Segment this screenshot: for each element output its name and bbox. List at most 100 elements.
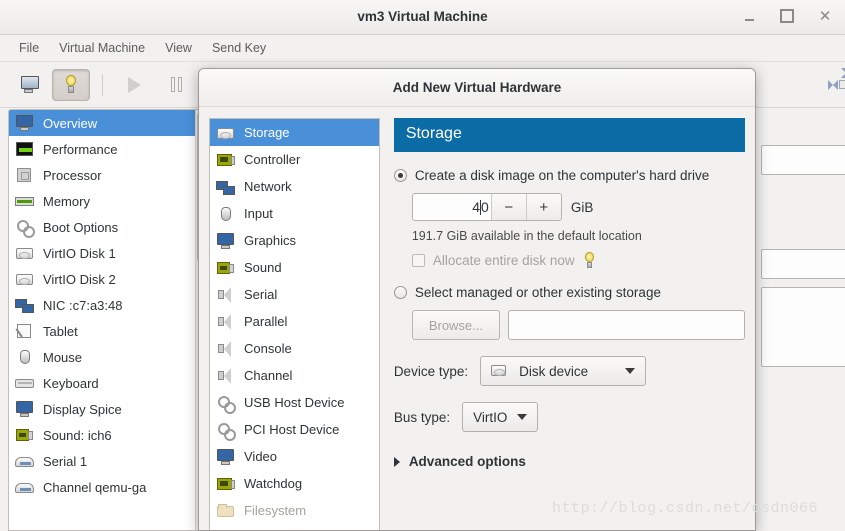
device-category-label: Storage (244, 125, 290, 140)
device-category-item[interactable]: USB Host Device (210, 389, 379, 416)
vm-sidebar-item-label: Channel qemu-ga (43, 479, 147, 495)
vm-sidebar-item-label: Overview (43, 115, 98, 131)
close-icon[interactable]: ✕ (817, 8, 833, 24)
disk-icon (15, 270, 35, 288)
lightbulb-hint-icon[interactable] (583, 252, 597, 269)
browse-button[interactable]: Browse... (411, 310, 500, 340)
device-category-list[interactable]: Storage Controller Network Input Graphics Sou… (209, 118, 380, 530)
vm-sidebar-item[interactable]: NIC :c7:a3:48 (9, 292, 204, 318)
device-category-item[interactable]: Sound (210, 254, 379, 281)
device-category-item[interactable]: Storage (210, 119, 379, 146)
menu-view[interactable]: View (156, 38, 201, 58)
vm-sidebar-item-label: Serial 1 (43, 453, 88, 469)
pane-heading: Storage (393, 118, 745, 152)
disk-size-input[interactable]: 40 (413, 194, 491, 220)
add-hardware-dialog: Add New Virtual Hardware Storage Controll… (198, 68, 756, 531)
vm-sidebar-item[interactable]: VirtIO Disk 2 (9, 266, 204, 292)
background-field-3 (761, 287, 845, 367)
create-disk-radio-row[interactable]: Create a disk image on the computer's ha… (393, 168, 745, 183)
gears-icon (15, 218, 35, 238)
disk-size-decrement-button[interactable]: − (490, 194, 526, 220)
device-category-item[interactable]: Parallel (210, 308, 379, 335)
disk-size-row: 40 − + GiB (411, 193, 745, 221)
serial-port-icon (15, 478, 35, 496)
device-category-item: Filesystem (210, 497, 379, 524)
menu-file[interactable]: File (10, 38, 48, 58)
sound-card-icon (15, 426, 35, 444)
vm-sidebar-item[interactable]: Performance (9, 136, 204, 162)
disk-size-value-before-caret: 4 (472, 199, 481, 215)
device-category-item[interactable]: Graphics (210, 227, 379, 254)
network-card-icon (216, 178, 236, 196)
lightbulb-icon (63, 74, 79, 95)
vm-sidebar-item-label: Tablet (43, 323, 78, 339)
device-type-combo[interactable]: Disk device (480, 356, 647, 386)
speaker-icon (216, 340, 236, 358)
controller-card-icon (216, 475, 236, 493)
screen: vm3 Virtual Machine ✕ File Virtual Machi… (0, 0, 845, 531)
background-field-2 (761, 249, 845, 279)
device-category-item[interactable]: Controller (210, 146, 379, 173)
monitor-icon (15, 400, 35, 418)
watermark: http://blog.csdn.net/csdn066 (552, 500, 819, 517)
chevron-down-icon (625, 368, 636, 374)
vm-sidebar-item[interactable]: Display Spice (9, 396, 204, 422)
vm-sidebar-item[interactable]: Serial 1 (9, 448, 204, 474)
menu-virtual-machine[interactable]: Virtual Machine (50, 38, 154, 58)
device-category-item[interactable]: Watchdog (210, 470, 379, 497)
managed-storage-radio-row[interactable]: Select managed or other existing storage (393, 285, 745, 300)
maximize-icon[interactable] (779, 8, 795, 24)
vm-sidebar-item[interactable]: VirtIO Disk 1 (9, 240, 204, 266)
disk-size-spinner[interactable]: 40 − + (411, 193, 562, 221)
device-category-item[interactable]: Channel (210, 362, 379, 389)
storage-path-input[interactable] (508, 310, 745, 340)
create-disk-label: Create a disk image on the computer's ha… (414, 168, 710, 183)
device-category-label: Filesystem (244, 503, 307, 518)
storage-icon (216, 124, 236, 142)
vm-sidebar-item[interactable]: Processor (9, 162, 204, 188)
device-category-item[interactable]: PCI Host Device (210, 416, 379, 443)
device-category-item[interactable]: Network (210, 173, 379, 200)
vm-sidebar-item[interactable]: Channel qemu-ga (9, 474, 204, 500)
details-view-button[interactable] (52, 68, 90, 101)
pause-button[interactable] (157, 69, 195, 101)
disk-size-increment-button[interactable]: + (525, 194, 561, 220)
speaker-icon (216, 313, 236, 331)
sound-card-icon (216, 259, 236, 277)
vm-sidebar-item[interactable]: Sound: ich6 (9, 422, 204, 448)
vm-sidebar-item-label: VirtIO Disk 1 (43, 245, 116, 261)
create-disk-radio[interactable] (393, 169, 407, 182)
speaker-icon (216, 367, 236, 385)
vm-hardware-list[interactable]: Overview Performance Processor Memory Boot O… (8, 109, 205, 531)
chevron-down-icon (517, 414, 528, 420)
vm-sidebar-item[interactable]: Tablet (9, 318, 204, 344)
bus-type-combo[interactable]: VirtIO (462, 402, 539, 432)
device-category-item[interactable]: Console (210, 335, 379, 362)
vm-sidebar-item[interactable]: Overview (9, 110, 204, 136)
browse-row: Browse... (411, 310, 745, 340)
menu-send-key[interactable]: Send Key (203, 38, 275, 58)
console-view-button[interactable] (10, 69, 48, 101)
minimize-icon[interactable] (741, 8, 757, 24)
device-category-item[interactable]: Input (210, 200, 379, 227)
vm-sidebar-item[interactable]: Memory (9, 188, 204, 214)
device-category-label: PCI Host Device (244, 422, 340, 437)
mouse-icon (15, 348, 35, 366)
vm-sidebar-item[interactable]: Boot Options (9, 214, 204, 240)
vm-sidebar-item[interactable]: Mouse (9, 344, 204, 370)
menubar: File Virtual Machine View Send Key (0, 35, 845, 62)
advanced-options-toggle[interactable]: Advanced options (393, 454, 745, 469)
dialog-title: Add New Virtual Hardware (199, 69, 755, 107)
disk-size-unit: GiB (570, 199, 594, 215)
performance-graph-icon (15, 140, 35, 158)
device-category-item[interactable]: Serial (210, 281, 379, 308)
device-category-label: Graphics (244, 233, 297, 248)
pause-icon (170, 77, 182, 92)
device-category-item[interactable]: Video (210, 443, 379, 470)
vm-sidebar-item[interactable]: Keyboard (9, 370, 204, 396)
managed-storage-radio[interactable] (393, 286, 407, 299)
device-category-label: Parallel (244, 314, 288, 329)
vm-sidebar-item-label: Mouse (43, 349, 83, 365)
advanced-options-label: Advanced options (408, 454, 526, 469)
run-button[interactable] (115, 69, 153, 101)
